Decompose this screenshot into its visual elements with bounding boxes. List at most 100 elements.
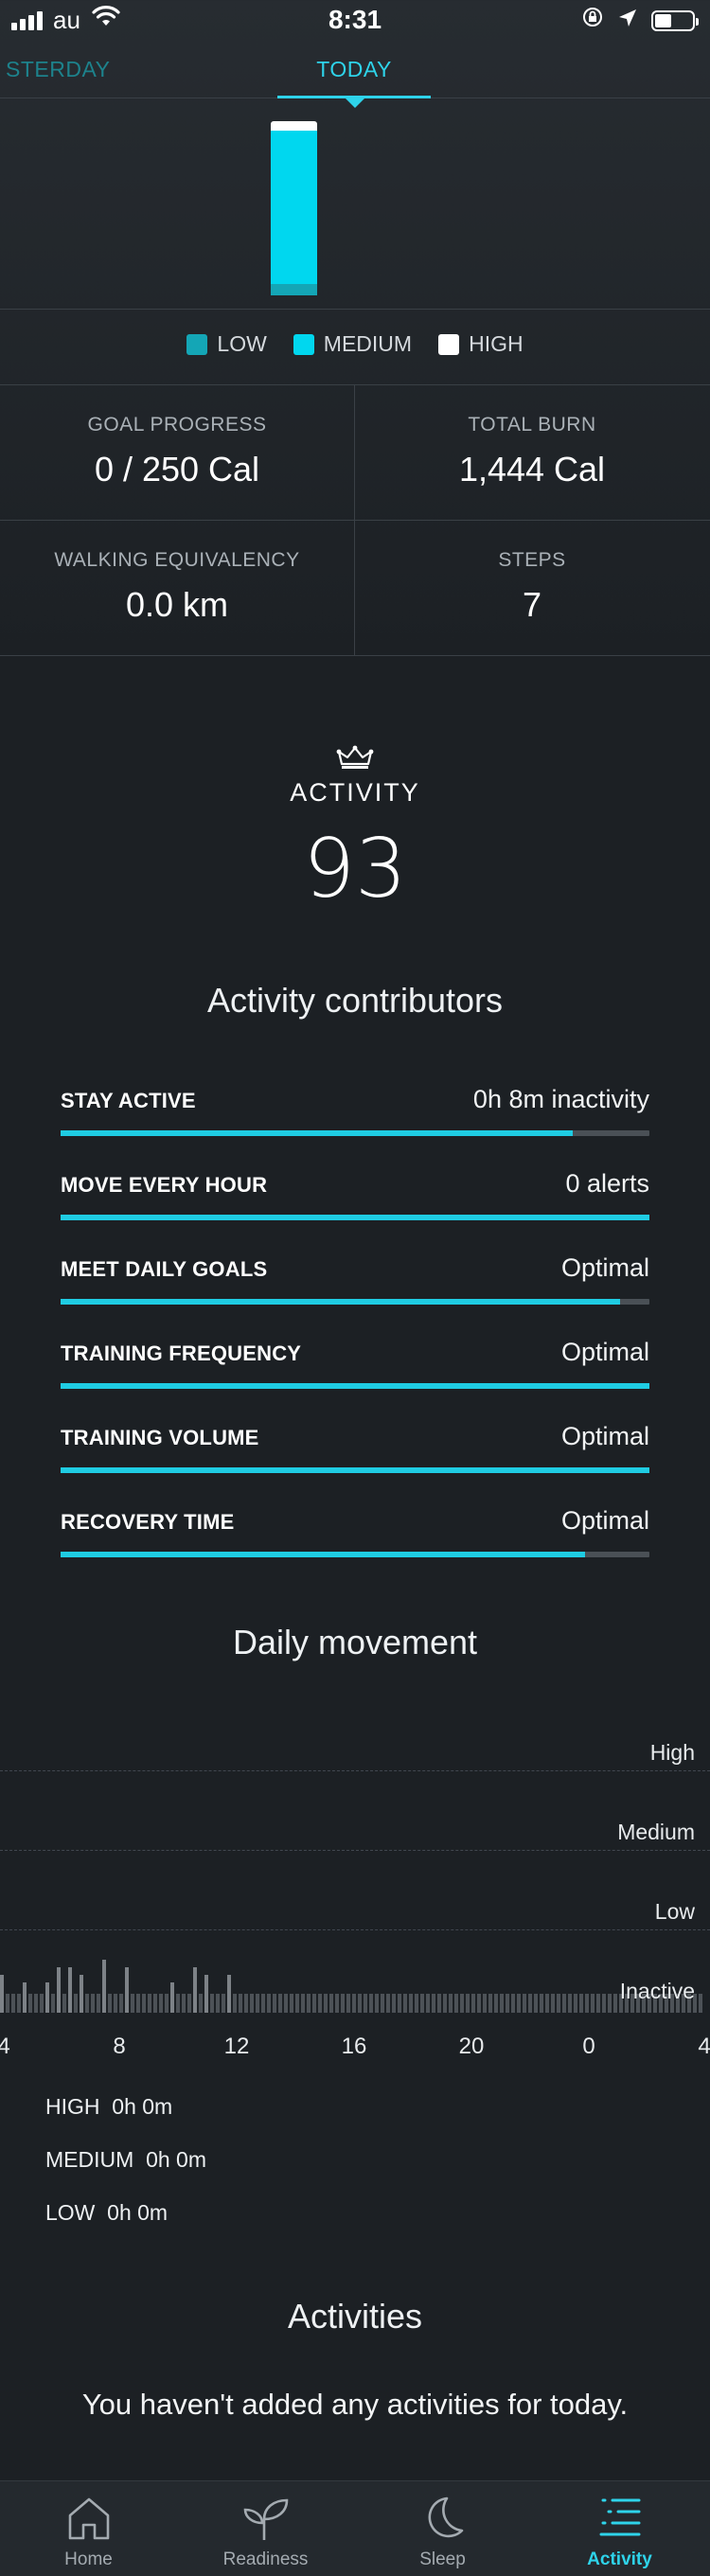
movement-bar bbox=[108, 1994, 112, 2013]
contributor-value: Optimal bbox=[560, 1422, 649, 1450]
movement-bar bbox=[284, 1994, 288, 2013]
movement-bar bbox=[369, 1994, 373, 2013]
movement-bar bbox=[267, 1994, 271, 2013]
movement-bar bbox=[523, 1994, 526, 2013]
home-icon bbox=[0, 2495, 177, 2544]
movement-bar bbox=[545, 1994, 549, 2013]
goal-progress-stat: GOAL PROGRESS 0 / 250 Cal bbox=[0, 414, 354, 489]
movement-bar bbox=[170, 1982, 174, 2013]
contributor-recovery-time[interactable]: RECOVERY TIME Optimal bbox=[61, 1506, 649, 1567]
contributor-value: Optimal bbox=[560, 1253, 649, 1282]
movement-bar bbox=[557, 1994, 560, 2013]
orientation-lock-icon bbox=[581, 6, 604, 35]
caret-down-icon bbox=[345, 98, 365, 108]
total-value: 0h 0m bbox=[146, 2147, 206, 2172]
stat-value: 1,444 Cal bbox=[458, 450, 606, 489]
movement-bar bbox=[471, 1994, 475, 2013]
movement-bar bbox=[551, 1994, 555, 2013]
contributor-move-every-hour[interactable]: MOVE EVERY HOUR 0 alerts bbox=[61, 1169, 649, 1230]
movement-bar bbox=[102, 1960, 106, 2013]
contributor-name: RECOVERY TIME bbox=[61, 1510, 235, 1534]
contributor-value: 0h 8m inactivity bbox=[472, 1085, 649, 1113]
movement-bar bbox=[227, 1975, 231, 2013]
movement-bar bbox=[40, 1994, 44, 2013]
total-burn-stat: TOTAL BURN 1,444 Cal bbox=[355, 414, 709, 489]
movement-bar bbox=[403, 1994, 407, 2013]
movement-bar bbox=[415, 1994, 418, 2013]
contributor-training-volume[interactable]: TRAINING VOLUME Optimal bbox=[61, 1422, 649, 1483]
movement-bar bbox=[324, 1994, 328, 2013]
activities-title: Activities bbox=[287, 2297, 423, 2336]
movement-bar bbox=[187, 1994, 191, 2013]
nav-label: Activity bbox=[587, 2549, 652, 2569]
level-label-inactive: Inactive bbox=[619, 1979, 695, 2003]
movement-bar bbox=[295, 1994, 299, 2013]
movement-bar bbox=[23, 1982, 27, 2013]
contributor-meet-daily-goals[interactable]: MEET DAILY GOALS Optimal bbox=[61, 1253, 649, 1314]
movement-bar bbox=[574, 1994, 577, 2013]
contributor-stay-active[interactable]: STAY ACTIVE 0h 8m inactivity bbox=[61, 1085, 649, 1146]
movement-bar bbox=[386, 1994, 390, 2013]
contributors-title: Activity contributors bbox=[206, 981, 504, 1020]
level-line-low bbox=[0, 1929, 710, 1930]
total-low: LOW 0h 0m bbox=[45, 2200, 168, 2226]
walking-equivalency-stat: WALKING EQUIVALENCY 0.0 km bbox=[0, 549, 354, 625]
movement-bar bbox=[596, 1994, 600, 2013]
tab-today[interactable]: TODAY bbox=[277, 57, 431, 82]
contributor-value: 0 alerts bbox=[565, 1169, 649, 1198]
legend-swatch-low bbox=[186, 333, 208, 355]
movement-bar bbox=[6, 1994, 9, 2013]
bottom-nav: Home Readiness Sleep Activity bbox=[0, 2480, 710, 2576]
movement-bar bbox=[250, 1994, 254, 2013]
movement-bar bbox=[28, 1994, 32, 2013]
contributor-value: Optimal bbox=[560, 1338, 649, 1366]
level-line-medium bbox=[0, 1850, 710, 1851]
nav-item-sleep[interactable]: Sleep bbox=[354, 2481, 531, 2576]
movement-bar bbox=[420, 1994, 424, 2013]
movement-bar bbox=[176, 1994, 180, 2013]
stat-value: 0 / 250 Cal bbox=[94, 450, 260, 489]
movement-bar bbox=[329, 1994, 333, 2013]
movement-bar bbox=[34, 1994, 38, 2013]
legend-swatch-medium bbox=[293, 333, 314, 355]
contributor-name: TRAINING VOLUME bbox=[61, 1426, 259, 1449]
movement-bar bbox=[346, 1994, 350, 2013]
axis-label: 16 bbox=[341, 2034, 367, 2059]
movement-bar bbox=[199, 1994, 203, 2013]
movement-bar bbox=[358, 1994, 362, 2013]
movement-bar bbox=[437, 1994, 441, 2013]
stat-label: TOTAL BURN bbox=[468, 414, 596, 435]
status-bar: au 8:31 bbox=[0, 0, 710, 42]
total-label: HIGH bbox=[45, 2094, 100, 2119]
movement-bar bbox=[432, 1994, 435, 2013]
movement-bar bbox=[0, 1975, 4, 2013]
movement-bar bbox=[278, 1994, 282, 2013]
level-label-high: High bbox=[649, 1740, 695, 1765]
level-line-high bbox=[0, 1770, 710, 1771]
day-tabs: STERDAY TODAY bbox=[0, 42, 710, 108]
legend-label-low: LOW bbox=[217, 331, 267, 356]
nav-item-readiness[interactable]: Readiness bbox=[177, 2481, 354, 2576]
movement-bar bbox=[517, 1994, 521, 2013]
contributor-value: Optimal bbox=[560, 1506, 649, 1535]
contributor-bar bbox=[61, 1130, 649, 1136]
total-medium: MEDIUM 0h 0m bbox=[45, 2147, 206, 2173]
vertical-divider bbox=[354, 384, 355, 655]
contributor-name: MEET DAILY GOALS bbox=[61, 1257, 268, 1281]
movement-bar bbox=[153, 1994, 157, 2013]
tab-yesterday[interactable]: STERDAY bbox=[6, 57, 110, 82]
level-label-medium: Medium bbox=[617, 1820, 695, 1844]
movement-bar bbox=[381, 1994, 384, 2013]
nav-item-home[interactable]: Home bbox=[0, 2481, 177, 2576]
steps-stat: STEPS 7 bbox=[355, 549, 709, 625]
nav-label: Home bbox=[64, 2549, 113, 2569]
movement-bar bbox=[68, 1967, 72, 2013]
movement-bar bbox=[506, 1994, 509, 2013]
contributor-training-frequency[interactable]: TRAINING FREQUENCY Optimal bbox=[61, 1338, 649, 1398]
movement-bar bbox=[119, 1994, 123, 2013]
nav-item-activity[interactable]: Activity bbox=[531, 2481, 708, 2576]
legend-item-medium: MEDIUM bbox=[293, 331, 412, 357]
movement-bar bbox=[466, 1994, 470, 2013]
contributor-name: MOVE EVERY HOUR bbox=[61, 1173, 268, 1197]
movement-bar bbox=[148, 1994, 151, 2013]
